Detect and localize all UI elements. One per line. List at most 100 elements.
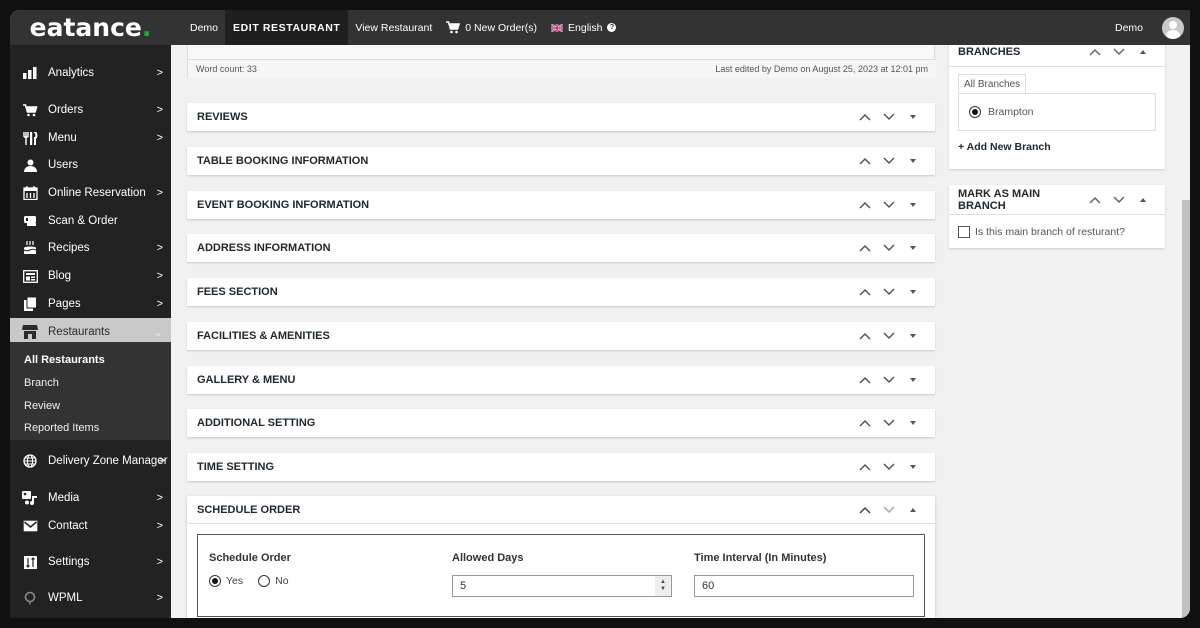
last-edited: Last edited by Demo on August 25, 2023 a… bbox=[715, 64, 928, 74]
language-switcher[interactable]: English ? bbox=[544, 10, 623, 45]
sidebar-item-label: Media bbox=[48, 492, 80, 504]
sidebar-item-label: Recipes bbox=[48, 242, 90, 254]
collapse-toggle-icon[interactable] bbox=[1131, 190, 1155, 210]
time-interval-label: Time Interval (In Minutes) bbox=[694, 552, 827, 564]
all-branches-tab[interactable]: All Branches bbox=[958, 74, 1027, 93]
move-up-icon[interactable] bbox=[853, 326, 877, 346]
submenu-all-restaurants[interactable]: All Restaurants bbox=[24, 354, 105, 366]
allowed-days-input[interactable]: 5 ▲ ▼ bbox=[452, 575, 672, 597]
edit-restaurant-tab[interactable]: EDIT RESTAURANT bbox=[225, 10, 349, 45]
number-spinner-icon[interactable]: ▲ ▼ bbox=[655, 576, 671, 596]
sidebar-item-label: Pages bbox=[48, 298, 81, 310]
user-avatar-icon[interactable] bbox=[1162, 16, 1184, 39]
expand-toggle-icon[interactable] bbox=[901, 151, 925, 171]
help-circle-icon[interactable]: ? bbox=[607, 23, 617, 32]
panel-table-booking-information[interactable]: TABLE BOOKING INFORMATION bbox=[187, 146, 935, 175]
sidebar-item-delivery-zone-manager[interactable]: Delivery Zone Manager > bbox=[10, 448, 171, 474]
add-new-branch-link[interactable]: + Add New Branch bbox=[958, 141, 1051, 153]
sidebar-item-menu[interactable]: Menu > bbox=[10, 125, 171, 151]
time-interval-input[interactable]: 60 bbox=[694, 575, 914, 597]
expand-toggle-icon[interactable] bbox=[901, 195, 925, 215]
move-up-icon[interactable] bbox=[853, 500, 877, 520]
restaurants-submenu: All Restaurants Branch Review Reported I… bbox=[10, 342, 171, 440]
sidebar-item-pages[interactable]: Pages > bbox=[10, 291, 171, 317]
move-down-icon[interactable] bbox=[877, 326, 901, 346]
sidebar-item-online-reservation[interactable]: Online Reservation > bbox=[10, 180, 171, 206]
view-restaurant-link[interactable]: View Restaurant bbox=[348, 10, 439, 45]
new-orders-link[interactable]: 0 New Order(s) bbox=[439, 10, 544, 45]
panel-additional-setting[interactable]: ADDITIONAL SETTING bbox=[187, 409, 935, 438]
expand-toggle-icon[interactable] bbox=[901, 370, 925, 390]
expand-toggle-icon[interactable] bbox=[901, 457, 925, 477]
schedule-order-header[interactable]: SCHEDULE ORDER bbox=[187, 496, 935, 524]
sidebar-item-blog[interactable]: Blog > bbox=[10, 263, 171, 289]
panel-reviews[interactable]: REVIEWS bbox=[187, 103, 935, 131]
main-branch-header[interactable]: MARK AS MAIN BRANCH bbox=[949, 185, 1165, 215]
submenu-branch[interactable]: Branch bbox=[24, 377, 59, 389]
sidebar-item-label: WPML bbox=[48, 592, 83, 604]
panel-time-setting[interactable]: TIME SETTING bbox=[187, 453, 935, 481]
branch-radio[interactable] bbox=[969, 106, 981, 118]
move-down-icon[interactable] bbox=[877, 413, 901, 433]
move-up-icon[interactable] bbox=[853, 107, 877, 127]
expand-toggle-icon[interactable] bbox=[901, 326, 925, 346]
sidebar-item-media[interactable]: Media > bbox=[10, 485, 171, 511]
main-branch-checkbox[interactable] bbox=[958, 226, 970, 238]
panel-gallery-and-menu[interactable]: GALLERY & MENU bbox=[187, 365, 935, 394]
user-name[interactable]: Demo bbox=[1108, 10, 1150, 45]
move-up-icon[interactable] bbox=[853, 195, 877, 215]
panel-title: TABLE BOOKING INFORMATION bbox=[197, 154, 369, 167]
move-down-icon[interactable] bbox=[877, 151, 901, 171]
sidebar-item-contact[interactable]: Contact > bbox=[10, 513, 171, 539]
branch-label: Brampton bbox=[988, 106, 1034, 118]
main-branch-checkbox-row[interactable]: Is this main branch of resturant? bbox=[958, 226, 1125, 238]
time-interval-value: 60 bbox=[702, 580, 715, 592]
sidebar-item-users[interactable]: Users bbox=[10, 152, 171, 178]
app-window: eatance. Demo EDIT RESTAURANT View Resta… bbox=[10, 10, 1190, 618]
move-down-icon[interactable] bbox=[1107, 190, 1131, 210]
move-down-icon[interactable] bbox=[877, 238, 901, 258]
move-up-icon[interactable] bbox=[853, 370, 877, 390]
sidebar-item-settings[interactable]: Settings > bbox=[10, 549, 171, 575]
move-up-icon[interactable] bbox=[1083, 190, 1107, 210]
sidebar-item-wpml[interactable]: WPML > bbox=[10, 585, 171, 611]
move-down-icon[interactable] bbox=[877, 107, 901, 127]
move-up-icon[interactable] bbox=[853, 282, 877, 302]
panel-facilities-and-amenities[interactable]: FACILITIES & AMENITIES bbox=[187, 321, 935, 350]
collapse-toggle-icon[interactable] bbox=[901, 500, 925, 520]
sidebar-item-scan-order[interactable]: Scan & Order bbox=[10, 208, 171, 234]
panel-event-booking-information[interactable]: EVENT BOOKING INFORMATION bbox=[187, 190, 935, 219]
sidebar-item-analytics[interactable]: Analytics > bbox=[10, 60, 171, 86]
panel-address-information[interactable]: ADDRESS INFORMATION bbox=[187, 234, 935, 263]
submenu-reported-items[interactable]: Reported Items bbox=[24, 422, 99, 434]
radio-yes[interactable] bbox=[209, 575, 221, 587]
site-name-link[interactable]: Demo bbox=[183, 10, 225, 45]
move-down-icon[interactable] bbox=[877, 370, 901, 390]
submenu-review[interactable]: Review bbox=[24, 400, 60, 412]
move-up-icon[interactable] bbox=[853, 457, 877, 477]
radio-no[interactable] bbox=[258, 575, 271, 587]
move-down-icon[interactable] bbox=[877, 282, 901, 302]
chevron-right-icon: > bbox=[156, 67, 163, 79]
move-up-icon[interactable] bbox=[853, 238, 877, 258]
move-up-icon[interactable] bbox=[853, 413, 877, 433]
logo[interactable]: eatance. bbox=[10, 10, 171, 45]
logo-dot: . bbox=[141, 13, 152, 42]
move-up-icon[interactable] bbox=[853, 151, 877, 171]
scrollbar-thumb[interactable] bbox=[1182, 200, 1190, 618]
sidebar-item-recipes[interactable]: Recipes > bbox=[10, 235, 171, 261]
panel-title: SCHEDULE ORDER bbox=[197, 503, 301, 516]
expand-toggle-icon[interactable] bbox=[901, 107, 925, 127]
panel-fees-section[interactable]: FEES SECTION bbox=[187, 278, 935, 306]
sidebar-item-orders[interactable]: Orders > bbox=[10, 97, 171, 123]
editor-status-bar: Word count: 33 Last edited by Demo on Au… bbox=[188, 59, 936, 78]
move-down-icon[interactable] bbox=[877, 195, 901, 215]
move-down-icon[interactable] bbox=[877, 457, 901, 477]
chevron-right-icon: > bbox=[156, 270, 163, 282]
chevron-right-icon: > bbox=[156, 104, 163, 116]
expand-toggle-icon[interactable] bbox=[901, 413, 925, 433]
expand-toggle-icon[interactable] bbox=[901, 238, 925, 258]
expand-toggle-icon[interactable] bbox=[901, 282, 925, 302]
language-label: English bbox=[568, 21, 603, 34]
move-down-icon[interactable] bbox=[877, 500, 901, 520]
